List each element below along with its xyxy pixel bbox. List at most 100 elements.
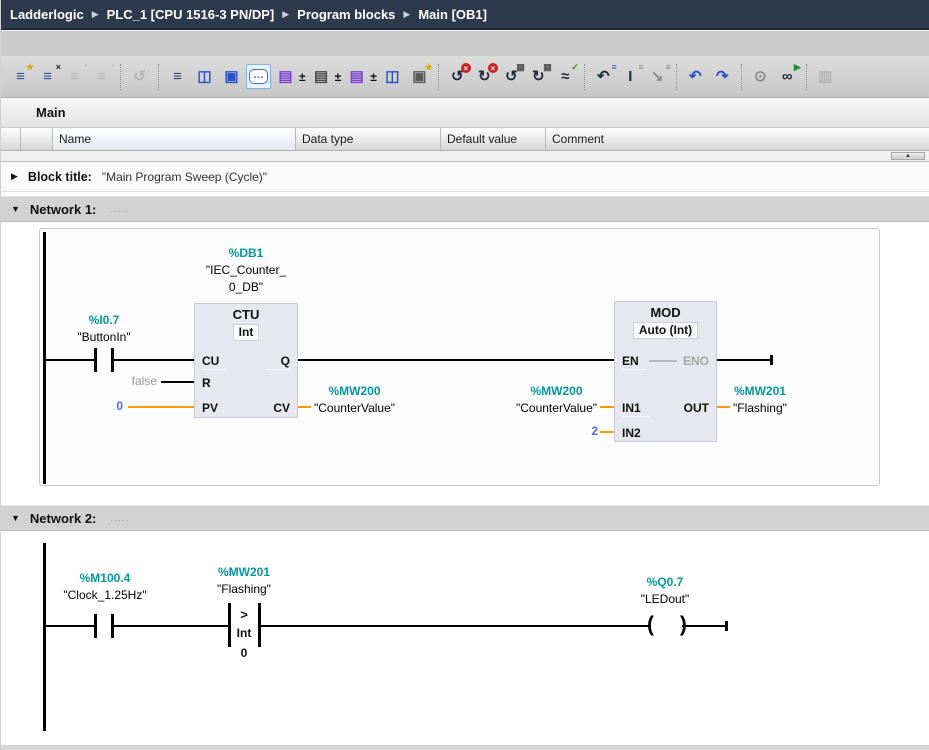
monitoring-glasses-icon[interactable]: ∞▶ — [775, 64, 800, 89]
network1-label: Network 1: — [30, 202, 96, 217]
operand-name[interactable]: "Flashing" — [184, 581, 304, 598]
coil-symbol[interactable]: ( ) — [647, 612, 697, 638]
insert-network-icon[interactable]: ≡★ — [8, 64, 33, 89]
consistency-check-icon[interactable]: ≈✓ — [553, 64, 578, 89]
box-data-type[interactable]: Int — [233, 324, 260, 341]
operand-name[interactable]: "CounterValue" — [314, 400, 395, 417]
crossing-references-icon[interactable]: ↘≡ — [645, 64, 670, 89]
operand-address[interactable]: %MW201 — [733, 383, 787, 400]
refresh-block-calls-icon[interactable]: ↻▦ — [526, 64, 551, 89]
contact-symbol[interactable] — [111, 348, 114, 372]
insert-empty-box-icon[interactable]: ◫ — [380, 64, 405, 89]
toolbar-separator — [120, 64, 121, 90]
delete-network-icon[interactable]: ≡× — [35, 64, 60, 89]
collapse-network1-icon[interactable]: ▼ — [11, 204, 20, 214]
insert-ld-element-dropdown-icon[interactable]: ± — [299, 70, 306, 84]
r-input-constant[interactable]: false — [109, 374, 157, 388]
out-operand[interactable]: %MW201 "Flashing" — [733, 383, 787, 417]
block-protection-icon[interactable]: ▥ — [813, 64, 838, 89]
next-bookmark-icon[interactable]: ↷ — [710, 64, 735, 89]
breadcrumb-arrow-icon: ▶ — [282, 9, 289, 20]
pin-en: EN — [622, 353, 646, 370]
ctu-counter-box[interactable]: CTU Int CU R PV Q CV — [194, 303, 298, 418]
collapse-interface-button[interactable]: ▲ — [891, 152, 925, 160]
breadcrumb-program-blocks[interactable]: Program blocks — [297, 7, 395, 22]
pin-in1: IN1 — [622, 400, 650, 417]
operand-name[interactable]: "CounterValue" — [516, 400, 597, 417]
lad-editor-window: Ladderlogic ▶ PLC_1 [CPU 1516-3 PN/DP] ▶… — [0, 0, 929, 750]
column-name[interactable]: Name — [53, 128, 296, 150]
contact-symbol[interactable] — [94, 348, 97, 372]
operand-name[interactable]: "ButtonIn" — [44, 329, 164, 346]
operand-address[interactable]: %I0.7 — [44, 312, 164, 329]
network-sequence-icon[interactable]: ≡ — [165, 64, 190, 89]
wire — [114, 625, 228, 627]
operand-name[interactable]: "Flashing" — [733, 400, 787, 417]
expand-networks-icon[interactable]: ▣ — [219, 64, 244, 89]
delete-row-icon[interactable]: ≡* — [89, 64, 114, 89]
next-error-icon[interactable]: ↻× — [472, 64, 497, 89]
network2-header[interactable]: ▼ Network 2: ..... — [1, 505, 929, 531]
comparator-constant[interactable]: 0 — [229, 646, 259, 660]
lad-toolbar: ≡★≡×≡*≡*↺≡◫▣…▤±▤±▤±◫▣★↺×↻×↺▦↻▦≈✓↶≡I≡↘≡↶↷… — [1, 56, 929, 98]
toggle-network-comments-icon[interactable]: … — [246, 64, 271, 89]
mod-box[interactable]: MOD Auto (Int) EN ENO IN1 IN2 OUT — [614, 301, 717, 442]
insert-box-dropdown-icon[interactable]: ± — [370, 70, 377, 84]
insert-ld-element-icon[interactable]: ▤ — [273, 64, 298, 89]
operand-information-icon[interactable]: I≡ — [618, 64, 643, 89]
insert-contact-icon[interactable]: ▤ — [309, 64, 334, 89]
column-comment[interactable]: Comment — [546, 128, 929, 150]
operand-address[interactable]: %M100.4 — [46, 570, 164, 587]
keep-actual-values-icon[interactable]: ↺ — [127, 64, 152, 89]
contact-symbol[interactable] — [111, 614, 114, 638]
goto-operand-usage-icon[interactable]: ↶≡ — [591, 64, 616, 89]
breadcrumb-arrow-icon: ▶ — [403, 9, 410, 20]
collapse-networks-icon[interactable]: ◫ — [192, 64, 217, 89]
previous-bookmark-icon[interactable]: ↶ — [683, 64, 708, 89]
operand-name[interactable]: "IEC_Counter_ — [186, 262, 306, 279]
operand-address[interactable]: %Q0.7 — [605, 574, 725, 591]
breadcrumb-block[interactable]: Main [OB1] — [418, 7, 487, 22]
in2-constant[interactable]: 2 — [568, 424, 598, 438]
network2-comment[interactable]: ..... — [110, 513, 129, 524]
block-title-value[interactable]: "Main Program Sweep (Cycle)" — [102, 170, 267, 184]
expand-block-title-icon[interactable]: ▶ — [11, 171, 18, 182]
box-data-type[interactable]: Auto (Int) — [633, 322, 698, 339]
comparator-operand[interactable]: %MW201 "Flashing" — [184, 564, 304, 598]
operand-name[interactable]: 0_DB" — [186, 279, 306, 296]
find-replace-icon[interactable]: ⊙ — [748, 64, 773, 89]
favorites-icon[interactable]: ▣★ — [407, 64, 432, 89]
cv-output-operand[interactable]: %MW200 "CounterValue" — [314, 383, 395, 417]
breadcrumb-project[interactable]: Ladderlogic — [10, 7, 84, 22]
operand-address[interactable]: %DB1 — [186, 245, 306, 262]
ctu-instance-db[interactable]: %DB1 "IEC_Counter_ 0_DB" — [186, 245, 306, 296]
pin-q: Q — [266, 353, 290, 370]
comparator-type[interactable]: Int — [229, 626, 259, 640]
pv-input-constant[interactable]: 0 — [93, 399, 123, 413]
insert-row-icon[interactable]: ≡* — [62, 64, 87, 89]
network1-header[interactable]: ▼ Network 1: ..... — [1, 196, 929, 222]
contact-operand-buttonin[interactable]: %I0.7 "ButtonIn" — [44, 312, 164, 346]
comparator-operator[interactable]: > — [229, 607, 259, 622]
operand-address[interactable]: %MW200 — [314, 383, 395, 400]
pin-in2: IN2 — [622, 425, 650, 441]
operand-address[interactable]: %MW200 — [516, 383, 597, 400]
column-data-type[interactable]: Data type — [296, 128, 441, 150]
interface-splitter[interactable]: ▲ — [1, 151, 929, 162]
contact-operand-clock[interactable]: %M100.4 "Clock_1.25Hz" — [46, 570, 164, 604]
update-block-call-icon[interactable]: ↺▦ — [499, 64, 524, 89]
network1-comment[interactable]: ..... — [110, 204, 129, 215]
insert-contact-dropdown-icon[interactable]: ± — [335, 70, 342, 84]
operand-name[interactable]: "LEDout" — [605, 591, 725, 608]
operand-name[interactable]: "Clock_1.25Hz" — [46, 587, 164, 604]
column-default-value[interactable]: Default value — [441, 128, 546, 150]
contact-symbol[interactable] — [94, 614, 97, 638]
operand-address[interactable]: %MW201 — [184, 564, 304, 581]
breadcrumb-plc[interactable]: PLC_1 [CPU 1516-3 PN/DP] — [107, 7, 275, 22]
insert-box-icon[interactable]: ▤ — [344, 64, 369, 89]
coil-operand[interactable]: %Q0.7 "LEDout" — [605, 574, 725, 608]
in1-operand[interactable]: %MW200 "CounterValue" — [516, 383, 597, 417]
collapse-network2-icon[interactable]: ▼ — [11, 513, 20, 523]
previous-error-icon[interactable]: ↺× — [445, 64, 470, 89]
pin-pv: PV — [202, 400, 226, 416]
